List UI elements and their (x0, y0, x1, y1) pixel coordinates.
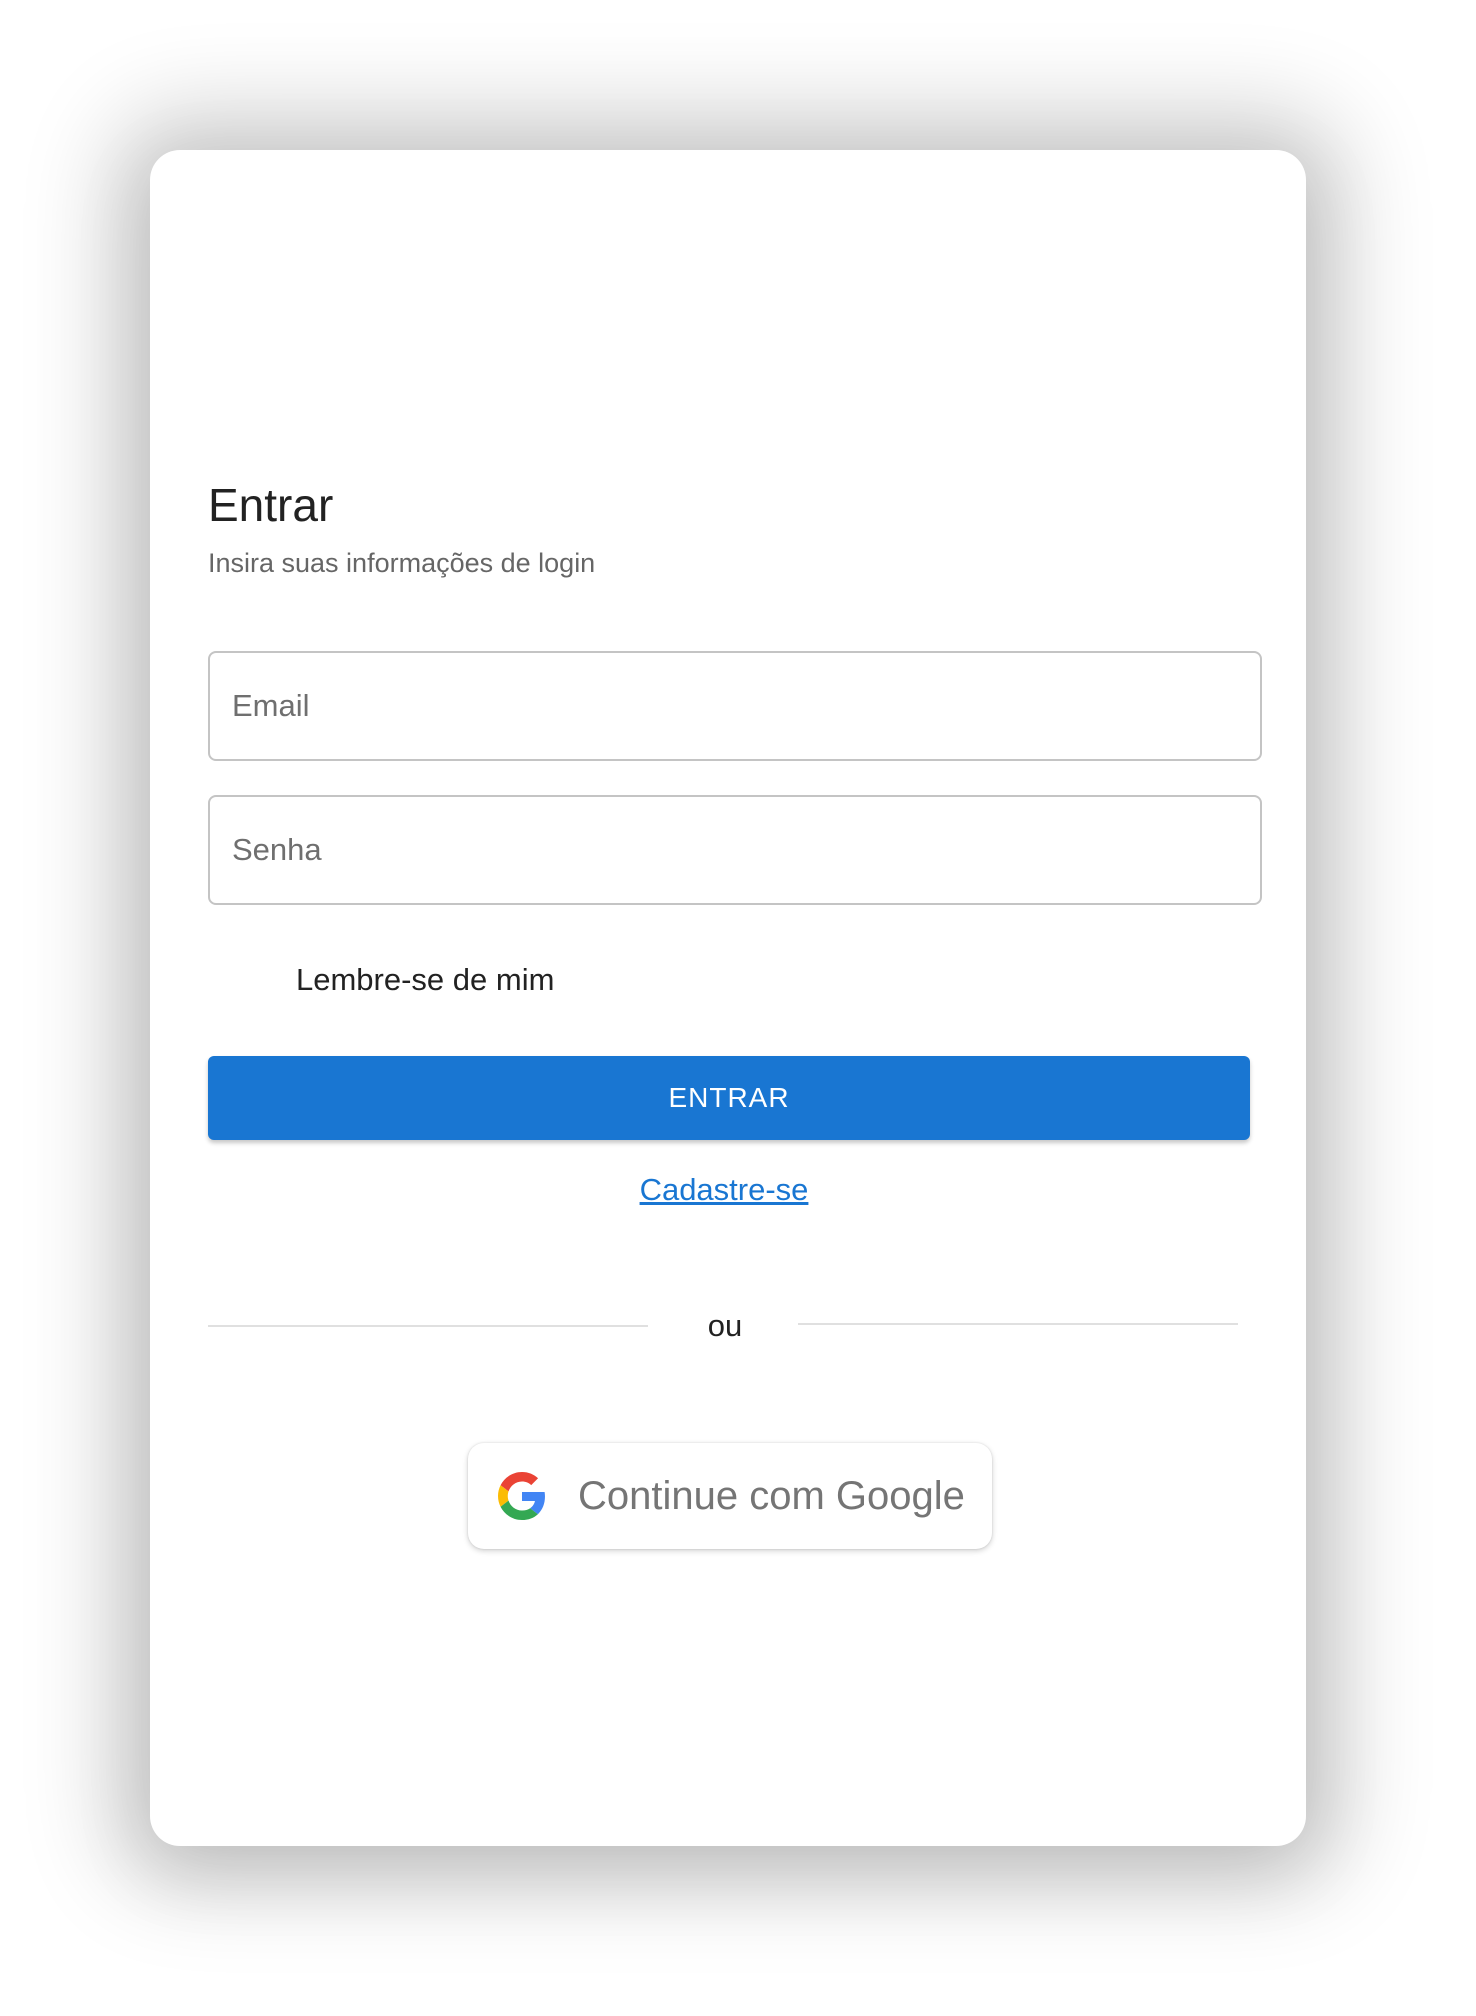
google-signin-button[interactable]: Continue com Google (468, 1443, 992, 1549)
page-title: Entrar (208, 479, 334, 531)
page-subtitle: Insira suas informações de login (208, 548, 596, 578)
remember-me-label[interactable]: Lembre-se de mim (296, 962, 554, 998)
divider-line-left (208, 1325, 648, 1327)
login-button[interactable]: ENTRAR (208, 1056, 1250, 1140)
password-input[interactable] (210, 797, 1260, 903)
signup-link[interactable]: Cadastre-se (146, 1172, 1302, 1208)
divider-line-right (798, 1323, 1238, 1325)
page-background: Entrar Insira suas informações de login … (0, 0, 1476, 2016)
email-field[interactable] (208, 651, 1262, 761)
google-signin-label: Continue com Google (578, 1473, 965, 1518)
email-input[interactable] (210, 653, 1260, 759)
google-icon (498, 1472, 545, 1520)
remember-me: Lembre-se de mim (208, 950, 554, 1010)
password-field[interactable] (208, 795, 1262, 905)
login-card: Entrar Insira suas informações de login … (150, 150, 1306, 1846)
divider-text: ou (707, 1308, 743, 1343)
